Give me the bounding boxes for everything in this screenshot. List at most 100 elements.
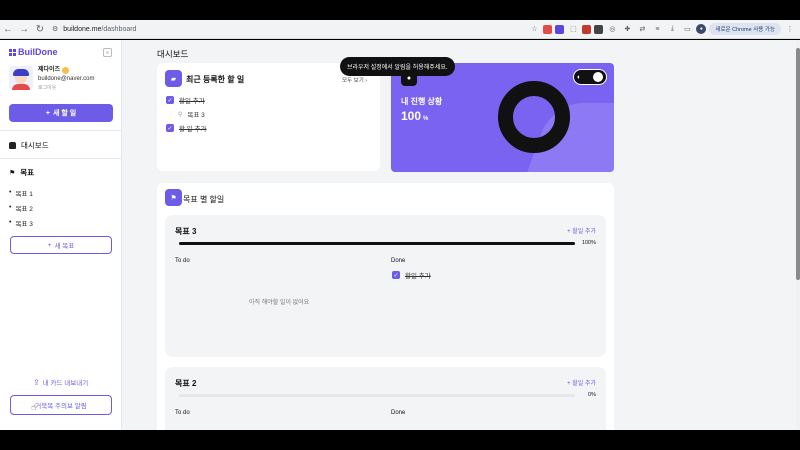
extension-icon[interactable]: ⬚ [567, 23, 579, 35]
sidebar-item-goal[interactable]: 목표 2 [9, 200, 32, 215]
sidebar-item-dashboard[interactable]: 대시보드 [9, 140, 49, 151]
hand-cursor-icon: ☝ [31, 402, 37, 412]
checkbox-checked[interactable]: ✓ [166, 96, 174, 104]
goal-panel-title: 목표 3 [175, 227, 197, 236]
goal-progress-percent: 0% [588, 392, 596, 398]
tab-search-icon[interactable]: ▭ [681, 23, 693, 35]
progress-value: 100% [401, 109, 429, 123]
url-domain: buildone.me [63, 25, 102, 33]
upload-icon: ⇪ [33, 377, 40, 387]
badge-icon [62, 67, 70, 74]
screen: ← → ↻ ⚙ buildone.me/dashboard ☆ ⬚ ◎ ✚ ⇄ … [0, 0, 800, 450]
chat-icon: ▰ [165, 70, 182, 87]
scrollbar-thumb[interactable] [796, 48, 800, 280]
posture-alert-button[interactable]: 거북목 주의보 알림 [10, 395, 112, 415]
goal-tag-icon: ⚲ [178, 111, 183, 118]
progress-donut [498, 81, 570, 153]
bookmark-star-icon[interactable]: ☆ [528, 23, 540, 35]
todo-column-header: To do [175, 410, 190, 416]
page-title: 대시보드 [157, 49, 189, 59]
browser-toolbar: ← → ↻ ⚙ buildone.me/dashboard ☆ ⬚ ◎ ✚ ⇄ … [0, 20, 800, 39]
logout-link[interactable]: 로그아웃 [38, 84, 94, 93]
logo-text: BuilDone [18, 47, 58, 57]
app: BuilDone « 제다이즈 buildone@naver.com 로그아웃 … [0, 40, 796, 430]
new-task-label: 새 할 일 [52, 110, 77, 117]
site-info-icon[interactable]: ⚙ [52, 25, 58, 33]
task-label: 할일 추가 [405, 273, 431, 280]
list-item: ⚲ 목표 3 [178, 109, 205, 120]
task-label: 할 일 추가 [179, 126, 207, 133]
chrome-update-button[interactable]: 새로운 Chrome 사용 가능 [709, 23, 781, 35]
export-label: 내 카드 내보내기 [42, 380, 89, 387]
see-all-link[interactable]: 모두 보기 › [342, 76, 367, 84]
user-name: 제다이즈 [38, 67, 61, 73]
back-icon[interactable]: ← [0, 20, 16, 39]
scrollbar[interactable] [796, 40, 800, 430]
logo-mark-icon [9, 48, 16, 56]
add-task-button[interactable]: + 할일 추가 [567, 226, 596, 235]
main-content: 대시보드 ▰ 최근 등록한 할 일 모두 보기 › ✓ 할일 추가 ⚲ 목표 3… [122, 40, 796, 430]
sidebar-item-label: 대시보드 [21, 141, 49, 150]
download-icon[interactable]: ⤓ [666, 23, 678, 35]
list-item[interactable]: ✓ 할일 추가 [166, 95, 205, 105]
extension-icon[interactable] [543, 24, 553, 34]
export-card-button[interactable]: ⇪ 내 카드 내보내기 [33, 377, 89, 388]
goal-tasks-title: 목표 별 할일 [183, 195, 225, 204]
translate-icon[interactable]: ⇄ [636, 23, 648, 35]
progress-card: ● 내 진행 상황 100% ◐ [391, 63, 614, 172]
extension-icon[interactable] [582, 24, 592, 34]
task-goal-label: 목표 3 [187, 112, 205, 119]
home-icon [9, 142, 16, 149]
list-item[interactable]: ✓ 할일 추가 [392, 270, 431, 280]
flag-icon: ⚑ [9, 169, 16, 177]
sidebar-goals-heading[interactable]: ⚑ 목표 [9, 167, 34, 178]
new-goal-button[interactable]: + 새 목표 [10, 236, 112, 254]
logo[interactable]: BuilDone [9, 47, 58, 57]
toggle-knob [593, 72, 603, 82]
theme-toggle[interactable]: ◐ [573, 69, 607, 85]
goal-progress-bar [179, 394, 575, 397]
profile-avatar[interactable]: ● [696, 24, 707, 34]
plus-icon: + [47, 241, 52, 249]
goal-tasks-card: ⚑ 목표 별 할일 목표 3 + 할일 추가 100% To do Done 아… [157, 183, 614, 430]
flag-icon: ⚑ [165, 189, 182, 206]
empty-todo-message: 아직 해야할 일이 없어요 [249, 300, 310, 306]
recent-tasks-card: ▰ 최근 등록한 할 일 모두 보기 › ✓ 할일 추가 ⚲ 목표 3 ✓ 할 … [157, 63, 380, 171]
checkbox-checked[interactable]: ✓ [166, 124, 174, 132]
recent-tasks-title: 최근 등록한 할 일 [186, 75, 245, 84]
divider [0, 130, 122, 131]
extension-icon[interactable] [555, 24, 565, 34]
goal-list: 목표 1 목표 2 목표 3 [9, 185, 32, 230]
reload-icon[interactable]: ↻ [32, 20, 48, 39]
progress-title: 내 진행 상황 [401, 97, 443, 106]
todo-column-header: To do [175, 258, 190, 264]
puzzle-icon[interactable]: ✚ [621, 23, 633, 35]
camera-icon[interactable]: ◎ [606, 23, 618, 35]
sidebar-item-goal[interactable]: 목표 1 [9, 185, 32, 200]
list-item[interactable]: ✓ 할 일 추가 [166, 123, 207, 133]
user-email: buildone@naver.com [38, 76, 95, 82]
reading-list-icon[interactable]: ≡ [651, 23, 663, 35]
new-task-button[interactable]: + 새 할 일 [9, 104, 113, 122]
extension-icon[interactable] [594, 24, 604, 34]
moon-icon: ◐ [577, 73, 582, 81]
menu-dots-icon[interactable]: ⋮ [784, 23, 796, 35]
done-column-header: Done [391, 258, 406, 264]
checkbox-checked[interactable]: ✓ [392, 271, 400, 279]
bottom-letterbox [0, 430, 800, 450]
goal-panel-title: 목표 2 [175, 379, 197, 388]
sidebar-item-goal[interactable]: 목표 3 [9, 215, 32, 230]
sidebar: BuilDone « 제다이즈 buildone@naver.com 로그아웃 … [0, 40, 122, 430]
avatar [9, 66, 33, 90]
address-bar[interactable]: ⚙ buildone.me/dashboard [52, 22, 528, 37]
task-label: 할일 추가 [179, 98, 205, 105]
notification-toast: 브라우저 설정에서 알림을 허용해주세요. [340, 57, 455, 76]
extensions-area: ☆ ⬚ ◎ ✚ ⇄ ≡ ⤓ ▭ ● 새로운 Chrome 사용 가능 ⋮ [528, 23, 796, 35]
goal-panel: 목표 2 + 할일 추가 0% To do Done [165, 367, 606, 430]
url-path: /dashboard [101, 25, 137, 33]
done-column-header: Done [391, 410, 406, 416]
collapse-sidebar-icon[interactable]: « [103, 48, 112, 57]
add-task-button[interactable]: + 할일 추가 [567, 378, 596, 387]
posture-alert-label: 거북목 주의보 알림 [35, 403, 87, 410]
forward-icon[interactable]: → [16, 20, 32, 39]
